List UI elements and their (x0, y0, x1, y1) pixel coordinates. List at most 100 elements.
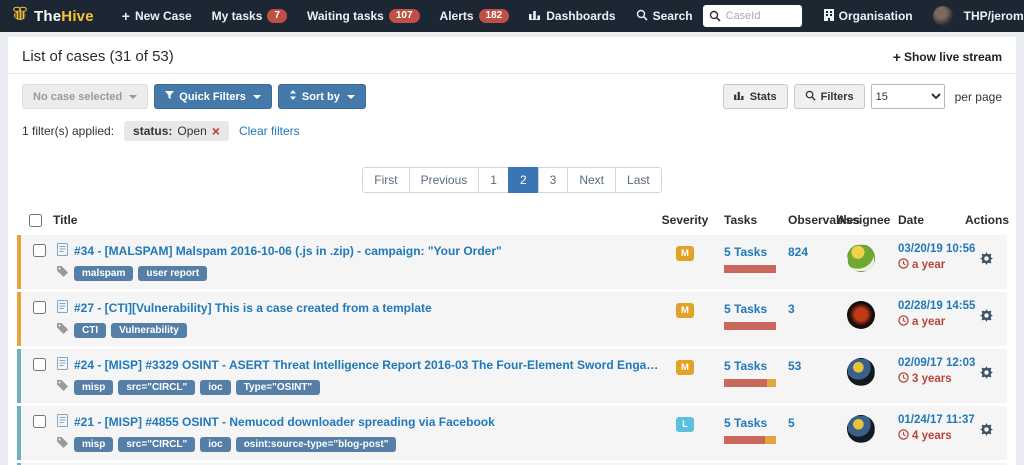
page-size-select[interactable]: 15 (871, 84, 945, 109)
case-date: 03/20/19 10:56 (898, 243, 965, 255)
assignee-avatar (847, 358, 875, 386)
alerts-menu[interactable]: Alerts 182 (430, 0, 520, 32)
table-header-row: Title Severity Tasks Observables Assigne… (17, 211, 1007, 235)
assignee-avatar (847, 415, 875, 443)
case-date: 02/09/17 12:03 (898, 357, 965, 369)
filter-chip-value: Open (177, 124, 206, 138)
show-live-stream-link[interactable]: + Show live stream (893, 50, 1002, 64)
case-title-link[interactable]: #21 - [MISP] #4855 OSINT - Nemucod downl… (74, 415, 495, 429)
dashboards-menu[interactable]: Dashboards (519, 0, 625, 32)
quick-filters-dropdown[interactable]: Quick Filters (154, 84, 272, 109)
pagination-page-2-active[interactable]: 2 (508, 167, 539, 193)
caseid-input[interactable] (726, 10, 796, 22)
bar-chart-icon (734, 91, 745, 103)
row-checkbox[interactable] (33, 244, 46, 257)
chevron-down-icon (347, 95, 355, 99)
bee-icon (10, 6, 30, 26)
case-tag: ioc (200, 380, 230, 395)
tasks-progress-bar (724, 322, 776, 330)
header-actions: Actions (965, 213, 1007, 227)
user-menu[interactable]: THP/jerome (923, 0, 1024, 32)
severity-badge: M (676, 246, 694, 261)
search-menu[interactable]: Search (626, 0, 703, 32)
observables-count-link[interactable]: 5 (788, 416, 795, 430)
case-age: a year (912, 259, 945, 271)
header-date: Date (885, 213, 965, 227)
observables-count-link[interactable]: 53 (788, 359, 801, 373)
pagination: First Previous 1 2 3 Next Last (362, 167, 661, 193)
case-tag: Vulnerability (111, 323, 187, 338)
search-icon (805, 90, 816, 104)
case-date: 01/24/17 11:37 (898, 414, 965, 426)
case-tag: osint:source-type="blog-post" (236, 437, 397, 452)
tasks-link[interactable]: 5 Tasks (724, 359, 767, 373)
tasks-progress-bar (724, 436, 776, 444)
case-tag: src="CIRCL" (118, 437, 195, 452)
brand-text: TheHive (34, 8, 94, 25)
case-title-link[interactable]: #24 - [MISP] #3329 OSINT - ASERT Threat … (74, 358, 659, 372)
row-actions-gear-icon[interactable] (980, 423, 993, 441)
remove-filter-icon[interactable]: × (212, 126, 220, 136)
row-actions-gear-icon[interactable] (980, 366, 993, 384)
tasks-link[interactable]: 5 Tasks (724, 245, 767, 259)
case-tag: misp (74, 380, 113, 395)
pagination-page-1[interactable]: 1 (478, 167, 509, 193)
no-case-selected-dropdown[interactable]: No case selected (22, 84, 148, 109)
header-tasks: Tasks (711, 213, 775, 227)
clear-filters-link[interactable]: Clear filters (239, 124, 300, 138)
filters-button[interactable]: Filters (794, 84, 865, 109)
case-row: #27 - [CTI][Vulnerability] This is a cas… (17, 292, 1007, 346)
organisation-menu[interactable]: Organisation (814, 0, 923, 32)
case-file-icon (57, 357, 68, 373)
sort-icon (289, 90, 297, 103)
tags-icon (57, 435, 69, 453)
case-tag: malspam (74, 266, 133, 281)
stats-button[interactable]: Stats (723, 84, 788, 109)
select-all-checkbox[interactable] (29, 214, 42, 227)
funnel-icon (165, 91, 174, 103)
case-row: #34 - [MALSPAM] Malspam 2016-10-06 (.js … (17, 235, 1007, 289)
assignee-avatar (847, 244, 875, 272)
tasks-link[interactable]: 5 Tasks (724, 302, 767, 316)
waiting-tasks-count-badge: 107 (389, 9, 420, 23)
pagination-next[interactable]: Next (567, 167, 616, 193)
sort-by-dropdown[interactable]: Sort by (278, 84, 366, 109)
row-actions-gear-icon[interactable] (980, 252, 993, 270)
observables-count-link[interactable]: 3 (788, 302, 795, 316)
severity-badge: L (676, 417, 694, 432)
observables-count-link[interactable]: 824 (788, 245, 808, 259)
pagination-first[interactable]: First (362, 167, 409, 193)
thehive-logo[interactable]: TheHive (10, 6, 94, 26)
case-tag: CTI (74, 323, 106, 338)
waiting-tasks-menu[interactable]: Waiting tasks 107 (297, 0, 430, 32)
case-age: 3 years (912, 373, 952, 385)
case-row: #24 - [MISP] #3329 OSINT - ASERT Threat … (17, 349, 1007, 403)
top-navbar: TheHive + New Case My tasks 7 Waiting ta… (0, 0, 1024, 32)
row-checkbox[interactable] (33, 301, 46, 314)
pagination-last[interactable]: Last (615, 167, 662, 193)
row-checkbox[interactable] (33, 358, 46, 371)
case-tag: misp (74, 437, 113, 452)
search-icon (709, 10, 721, 22)
main-panel: List of cases (31 of 53) + Show live str… (8, 37, 1016, 465)
my-tasks-menu[interactable]: My tasks 7 (202, 0, 297, 32)
tasks-link[interactable]: 5 Tasks (724, 416, 767, 430)
header-severity: Severity (659, 213, 711, 227)
search-icon (636, 9, 648, 24)
row-checkbox[interactable] (33, 415, 46, 428)
pagination-previous[interactable]: Previous (409, 167, 480, 193)
severity-badge: M (676, 303, 694, 318)
case-row: #21 - [MISP] #4855 OSINT - Nemucod downl… (17, 406, 1007, 460)
row-actions-gear-icon[interactable] (980, 309, 993, 327)
caseid-search-box[interactable] (703, 5, 802, 27)
progress-segment-inprogress (765, 436, 776, 444)
case-title-link[interactable]: #34 - [MALSPAM] Malspam 2016-10-06 (.js … (74, 244, 502, 258)
building-icon (824, 9, 834, 24)
case-title-link[interactable]: #27 - [CTI][Vulnerability] This is a cas… (74, 301, 432, 315)
clock-icon (898, 258, 909, 272)
case-tag: Type="OSINT" (236, 380, 320, 395)
page-title: List of cases (31 of 53) (22, 48, 174, 65)
new-case-button[interactable]: + New Case (112, 0, 202, 32)
assignee-avatar (847, 301, 875, 329)
pagination-page-3[interactable]: 3 (538, 167, 569, 193)
